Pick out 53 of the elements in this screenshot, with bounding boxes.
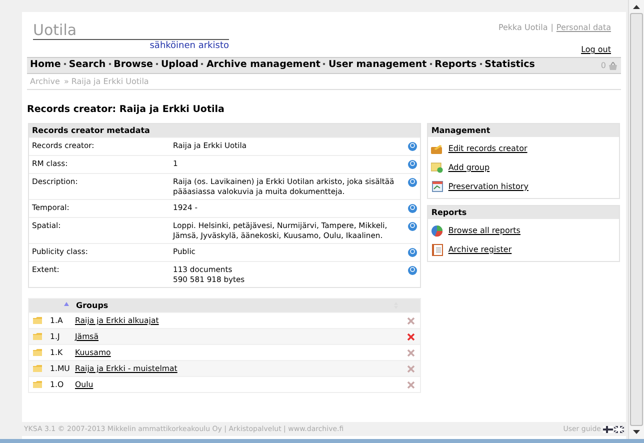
delete-icon[interactable] (407, 380, 416, 389)
scroll-up-icon[interactable] (633, 5, 640, 9)
page-title: Records creator: Raija ja Erkki Uotila (27, 103, 226, 117)
flag-icon[interactable] (603, 426, 613, 432)
folder-icon (33, 349, 42, 356)
nav-item[interactable]: Statistics (484, 58, 535, 73)
help-icon[interactable] (408, 142, 418, 152)
basket-icon[interactable] (608, 62, 618, 70)
nav-item[interactable]: Search (68, 58, 106, 73)
side-link[interactable]: Preservation history (448, 180, 528, 193)
folder-icon (33, 333, 42, 340)
delete-icon[interactable] (407, 364, 416, 373)
help-icon[interactable] (408, 204, 418, 214)
site-subtitle: sähköinen arkisto (150, 40, 229, 52)
nav-item[interactable]: Home (30, 58, 61, 73)
nav-item[interactable]: User management (328, 58, 427, 73)
scrollbar[interactable] (628, 0, 644, 439)
side-link[interactable]: Browse all reports (448, 224, 520, 237)
nav-item[interactable]: Archive management (206, 58, 320, 73)
help-icon[interactable] (408, 178, 418, 188)
panel-header: Records creator metadata (29, 124, 420, 138)
side-link[interactable]: Add group (448, 162, 490, 174)
folder-icon (33, 381, 42, 388)
scroll-down-icon[interactable] (633, 430, 640, 434)
side-link[interactable]: Archive register (448, 244, 512, 256)
delete-icon[interactable] (407, 332, 416, 341)
side-link[interactable]: Edit records creator (448, 142, 528, 155)
folder-add-icon (431, 162, 444, 174)
pie-chart-icon (431, 224, 444, 237)
scroll-thumb[interactable] (630, 13, 643, 426)
folder-icon (33, 317, 42, 324)
help-icon[interactable] (408, 160, 418, 170)
user-name: Pekka Uotila (498, 22, 548, 34)
basket-count: 0 (600, 60, 606, 72)
nav-item[interactable]: Upload (160, 58, 198, 73)
logout-link[interactable]: Log out (581, 44, 611, 56)
folder-icon (33, 365, 42, 372)
help-icon[interactable] (408, 248, 418, 258)
flag-icon[interactable] (614, 426, 624, 432)
panel-header: Reports (428, 206, 619, 220)
column-header[interactable]: Groups (76, 300, 108, 312)
sort-up-icon[interactable] (64, 302, 69, 306)
calendar-icon (432, 181, 443, 192)
panel-header: Management (428, 124, 619, 138)
nav-item[interactable]: Reports (434, 58, 477, 73)
help-icon[interactable] (408, 222, 418, 232)
folder-pencil-icon (431, 144, 444, 154)
delete-icon[interactable] (407, 316, 416, 325)
book-icon (432, 244, 443, 256)
nav-item[interactable]: Browse (114, 58, 153, 73)
delete-icon[interactable] (407, 348, 416, 357)
separator-text: | (550, 22, 554, 34)
help-icon[interactable] (408, 266, 418, 276)
